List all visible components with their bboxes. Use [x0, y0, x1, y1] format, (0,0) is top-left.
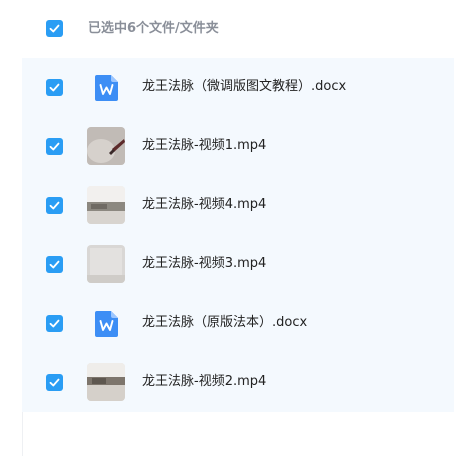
- video-thumbnail: [87, 363, 125, 401]
- file-name[interactable]: 龙王法脉-视频1.mp4: [142, 137, 266, 155]
- file-name[interactable]: 龙王法脉-视频2.mp4: [142, 373, 266, 391]
- file-checkbox[interactable]: [46, 79, 63, 96]
- file-row[interactable]: 龙王法脉-视频4.mp4: [22, 176, 454, 235]
- check-icon: [49, 83, 60, 92]
- video-thumbnail: [87, 245, 125, 283]
- video-thumbnail: [87, 127, 125, 165]
- file-checkbox[interactable]: [46, 315, 63, 332]
- word-doc-icon: [95, 311, 118, 337]
- file-name[interactable]: 龙王法脉-视频4.mp4: [142, 196, 266, 214]
- check-icon: [49, 24, 60, 33]
- selection-header: 已选中6个文件/文件夹: [22, 0, 454, 58]
- file-row[interactable]: 龙王法脉-视频2.mp4: [22, 353, 454, 412]
- check-icon: [49, 378, 60, 387]
- file-list: 龙王法脉（微调版图文教程）.docx 龙王法脉-视频1.mp4 龙王法脉-视频4…: [22, 58, 454, 412]
- file-name[interactable]: 龙王法脉（微调版图文教程）.docx: [142, 78, 346, 96]
- file-name[interactable]: 龙王法脉-视频3.mp4: [142, 255, 266, 273]
- left-panel-edge: [0, 0, 23, 456]
- file-checkbox[interactable]: [46, 138, 63, 155]
- check-icon: [49, 142, 60, 151]
- check-icon: [49, 319, 60, 328]
- file-checkbox[interactable]: [46, 256, 63, 273]
- word-doc-icon: [95, 75, 118, 101]
- file-row[interactable]: 龙王法脉（原版法本）.docx: [22, 294, 454, 353]
- file-row[interactable]: 龙王法脉（微调版图文教程）.docx: [22, 58, 454, 117]
- select-all-checkbox[interactable]: [46, 20, 63, 37]
- file-name[interactable]: 龙王法脉（原版法本）.docx: [142, 314, 307, 332]
- file-row[interactable]: 龙王法脉-视频1.mp4: [22, 117, 454, 176]
- file-row[interactable]: 龙王法脉-视频3.mp4: [22, 235, 454, 294]
- file-checkbox[interactable]: [46, 374, 63, 391]
- check-icon: [49, 260, 60, 269]
- check-icon: [49, 201, 60, 210]
- video-thumbnail: [87, 186, 125, 224]
- file-checkbox[interactable]: [46, 197, 63, 214]
- selection-count-text: 已选中6个文件/文件夹: [88, 21, 219, 36]
